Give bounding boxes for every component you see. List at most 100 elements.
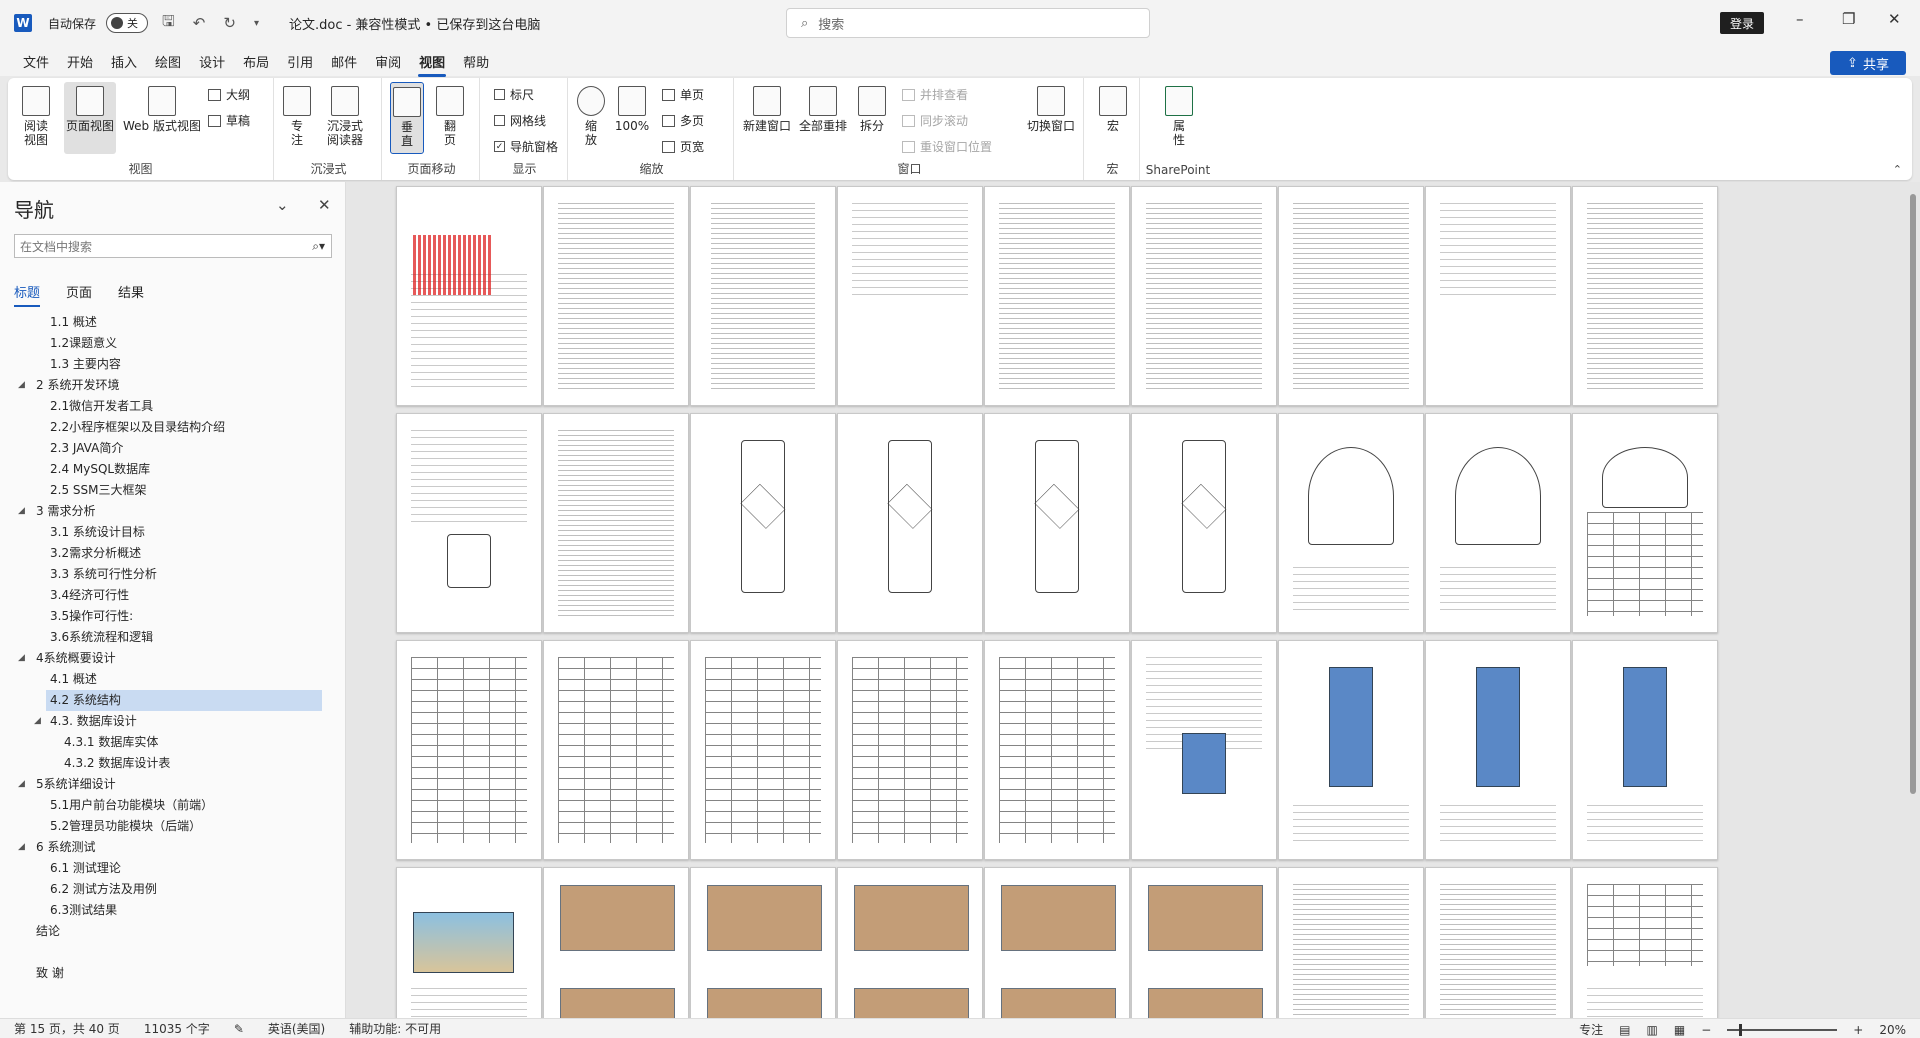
side-to-side-button[interactable]: 翻页 [432, 86, 468, 147]
nav-heading-item[interactable]: 5.2管理员功能模块（后端） [0, 816, 346, 837]
collapse-arrow-icon[interactable]: ◢ [34, 711, 41, 732]
page-thumbnail[interactable] [837, 867, 983, 1018]
tab-6[interactable]: 引用 [278, 46, 322, 77]
immersive-reader-button[interactable]: 沉浸式阅读器 [320, 86, 370, 147]
multiple-pages-button[interactable]: 多页 [662, 112, 704, 129]
page-thumbnail[interactable] [984, 867, 1130, 1018]
read-mode-status-icon[interactable]: ▤ [1619, 1023, 1630, 1037]
nav-heading-item[interactable]: 6.1 测试理论 [0, 858, 346, 879]
page-thumbnail[interactable] [984, 186, 1130, 406]
collapse-arrow-icon[interactable]: ◢ [18, 501, 25, 522]
autosave-toggle[interactable]: 关 [106, 13, 149, 33]
proofing-icon[interactable]: ✎ [234, 1022, 244, 1036]
tab-2[interactable]: 插入 [102, 46, 146, 77]
ruler-checkbox[interactable]: 标尺 [494, 86, 534, 103]
page-thumbnail[interactable] [837, 186, 983, 406]
page-thumbnail[interactable] [1131, 413, 1277, 633]
page-thumbnail[interactable] [396, 413, 542, 633]
redo-icon[interactable]: ↻ [219, 14, 240, 32]
page-thumbnail[interactable] [1425, 867, 1571, 1018]
word-count[interactable]: 11035 个字 [144, 1020, 210, 1037]
nav-heading-item[interactable]: 1.2课题意义 [0, 333, 346, 354]
collapse-arrow-icon[interactable]: ◢ [18, 375, 25, 396]
properties-button[interactable]: 属性 [1162, 86, 1196, 147]
web-layout-status-icon[interactable]: ▦ [1674, 1023, 1685, 1037]
nav-close-icon[interactable]: ✕ [318, 196, 331, 214]
print-layout-status-icon[interactable]: ▥ [1647, 1023, 1658, 1037]
page-thumbnail[interactable] [1572, 867, 1718, 1018]
nav-tab-0[interactable]: 标题 [14, 282, 41, 307]
new-window-button[interactable]: 新建窗口 [740, 86, 794, 133]
customize-qat-icon[interactable]: ▾ [250, 18, 263, 29]
collapse-arrow-icon[interactable]: ◢ [18, 648, 25, 669]
zoom-button[interactable]: 缩放 [576, 86, 606, 147]
draft-button[interactable]: 草稿 [208, 112, 250, 129]
vertical-scrollbar[interactable] [1908, 182, 1918, 1018]
page-thumbnail[interactable] [1572, 413, 1718, 633]
nav-heading-item[interactable]: 6.2 测试方法及用例 [0, 879, 346, 900]
page-thumbnail[interactable] [1131, 186, 1277, 406]
tab-10[interactable]: 帮助 [454, 46, 498, 77]
page-thumbnail[interactable] [396, 867, 542, 1018]
page-thumbnail[interactable] [984, 640, 1130, 860]
tab-4[interactable]: 设计 [190, 46, 234, 77]
collapse-arrow-icon[interactable]: ◢ [18, 774, 25, 795]
page-thumbnail[interactable] [690, 413, 836, 633]
gridlines-checkbox[interactable]: 网格线 [494, 112, 546, 129]
tab-3[interactable]: 绘图 [146, 46, 190, 77]
nav-heading-item[interactable]: ◢ 4.3. 数据库设计 [0, 711, 346, 732]
page-thumbnail[interactable] [1572, 640, 1718, 860]
accessibility-status[interactable]: 辅助功能: 不可用 [349, 1020, 441, 1037]
nav-heading-item[interactable]: 3.4经济可行性 [0, 585, 346, 606]
page-thumbnail[interactable] [1425, 640, 1571, 860]
nav-heading-item[interactable]: ◢ 5系统详细设计 [0, 774, 346, 795]
one-page-button[interactable]: 单页 [662, 86, 704, 103]
page-thumbnail[interactable] [1572, 186, 1718, 406]
macros-button[interactable]: 宏 [1096, 86, 1130, 133]
collapse-ribbon-icon[interactable]: ⌃ [1893, 163, 1902, 176]
outline-button[interactable]: 大纲 [208, 86, 250, 103]
nav-search-input[interactable]: 在文档中搜索 ⌕▾ [14, 234, 332, 258]
nav-heading-item[interactable] [0, 942, 346, 963]
scroll-thumb[interactable] [1910, 194, 1916, 794]
web-layout-button[interactable]: Web 版式视图 [120, 86, 204, 133]
page-thumbnail[interactable] [396, 640, 542, 860]
read-mode-button[interactable]: 阅读视图 [16, 86, 56, 147]
nav-heading-item[interactable]: 4.3.2 数据库设计表 [0, 753, 346, 774]
nav-heading-item[interactable]: ◢ 2 系统开发环境 [0, 375, 346, 396]
maximize-icon[interactable]: ❐ [1842, 10, 1855, 28]
side-by-side-button[interactable]: 并排查看 [902, 86, 968, 103]
nav-heading-item[interactable]: 1.1 概述 [0, 312, 346, 333]
document-title[interactable]: 论文.doc - 兼容性模式 • 已保存到这台电脑 [289, 14, 540, 33]
page-thumbnail[interactable] [837, 640, 983, 860]
nav-heading-item[interactable]: 5.1用户前台功能模块（前端） [0, 795, 346, 816]
zoom-slider[interactable] [1727, 1023, 1838, 1036]
page-thumbnail[interactable] [1425, 186, 1571, 406]
nav-heading-item[interactable]: 2.3 JAVA简介 [0, 438, 346, 459]
page-thumbnail[interactable] [837, 413, 983, 633]
tab-5[interactable]: 布局 [234, 46, 278, 77]
zoom-level[interactable]: 20% [1879, 1023, 1906, 1037]
nav-heading-item[interactable]: 3.5操作可行性: [0, 606, 346, 627]
page-thumbnail[interactable] [690, 640, 836, 860]
print-layout-button[interactable]: 页面视图 [64, 82, 116, 154]
vertical-button[interactable]: 垂直 [390, 82, 424, 154]
undo-icon[interactable]: ↶ [189, 14, 210, 32]
document-area[interactable] [346, 182, 1920, 1018]
page-thumbnail[interactable] [1278, 186, 1424, 406]
nav-heading-item[interactable]: 2.5 SSM三大框架 [0, 480, 346, 501]
collapse-arrow-icon[interactable]: ◢ [18, 837, 25, 858]
page-thumbnail[interactable] [690, 186, 836, 406]
page-thumbnail[interactable] [543, 186, 689, 406]
focus-mode-button[interactable]: 专注 [1579, 1021, 1603, 1038]
tab-7[interactable]: 邮件 [322, 46, 366, 77]
page-thumbnail[interactable] [543, 640, 689, 860]
nav-heading-item[interactable]: 4.3.1 数据库实体 [0, 732, 346, 753]
page-thumbnail[interactable] [1278, 867, 1424, 1018]
nav-heading-item[interactable]: 3.1 系统设计目标 [0, 522, 346, 543]
nav-heading-item[interactable]: ◢ 6 系统测试 [0, 837, 346, 858]
nav-heading-item[interactable]: 1.3 主要内容 [0, 354, 346, 375]
tab-0[interactable]: 文件 [14, 46, 58, 77]
tab-9[interactable]: 视图 [410, 46, 454, 77]
zoom-in-icon[interactable]: + [1853, 1023, 1863, 1037]
